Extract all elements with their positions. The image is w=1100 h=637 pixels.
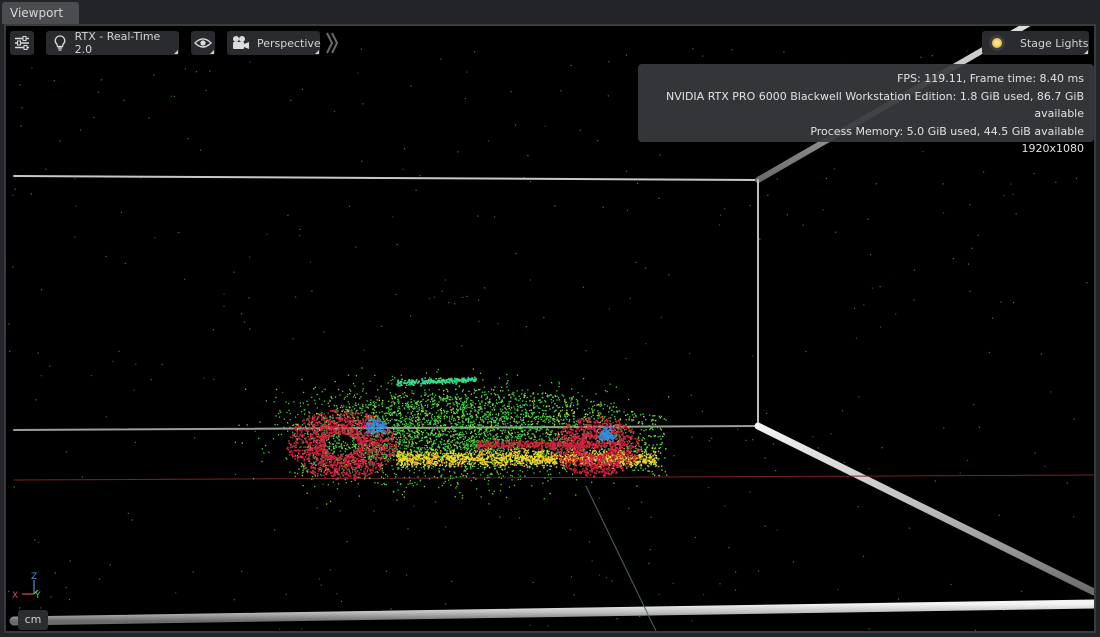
process-memory-text: Process Memory: 5.0 GiB used, 44.5 GiB a… bbox=[810, 124, 1084, 138]
viewport-window: Viewport RTX - Real-Time 2.0 Perspective… bbox=[0, 0, 1100, 637]
movie-camera-icon bbox=[231, 35, 251, 51]
resolution-text: 1920x1080 bbox=[1021, 142, 1085, 155]
visibility-button[interactable] bbox=[191, 31, 215, 55]
camera-dropdown-caret bbox=[315, 50, 319, 54]
stage-lights-dropdown-caret bbox=[1084, 50, 1088, 54]
gpu-memory-text: NVIDIA RTX PRO 6000 Blackwell Workstatio… bbox=[665, 89, 1084, 121]
fps-text: FPS: 119.11, Frame time: 8.40 ms bbox=[897, 72, 1084, 85]
renderer-button[interactable]: RTX - Real-Time 2.0 bbox=[46, 30, 179, 56]
double-chevron-right-icon bbox=[325, 32, 339, 54]
eye-icon bbox=[194, 37, 212, 49]
stats-overlay: FPS: 119.11, Frame time: 8.40 ms NVIDIA … bbox=[638, 64, 1094, 155]
visibility-dropdown-caret bbox=[210, 50, 214, 54]
sun-icon bbox=[988, 34, 1006, 52]
stage-lights-label: Stage Lights bbox=[1020, 36, 1089, 50]
tab-viewport[interactable]: Viewport bbox=[2, 2, 79, 24]
tab-bar: Viewport bbox=[0, 0, 1100, 24]
car-point-cloud bbox=[234, 367, 670, 505]
axis-gizmo: Z X Y bbox=[8, 566, 48, 602]
viewport-canvas[interactable]: RTX - Real-Time 2.0 Perspective Stage Li… bbox=[4, 24, 1096, 633]
renderer-label: RTX - Real-Time 2.0 bbox=[74, 30, 161, 56]
axis-z-label: Z bbox=[31, 572, 37, 582]
axis-y-label: Y bbox=[34, 591, 41, 601]
settings-button[interactable] bbox=[10, 31, 34, 55]
units-badge[interactable]: cm bbox=[18, 610, 48, 630]
lightbulb-icon bbox=[52, 35, 68, 51]
stage-lights-button[interactable]: Stage Lights bbox=[982, 31, 1089, 55]
camera-button[interactable]: Perspective bbox=[227, 31, 321, 55]
camera-label: Perspective bbox=[257, 36, 321, 50]
axis-x-label: X bbox=[12, 591, 18, 601]
sliders-icon bbox=[14, 36, 30, 50]
renderer-dropdown-caret bbox=[174, 50, 178, 54]
expand-toolbar-button[interactable] bbox=[324, 31, 340, 55]
